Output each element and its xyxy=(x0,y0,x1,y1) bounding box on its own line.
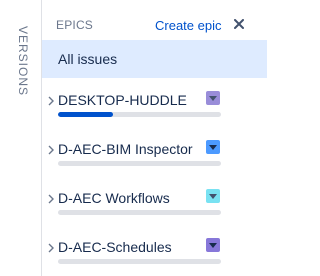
epic-name: D-AEC Workflows xyxy=(58,190,170,206)
epic-progress-bar xyxy=(58,210,221,215)
epic-name: DESKTOP-HUDDLE xyxy=(58,92,187,108)
epic-progress-fill xyxy=(58,112,114,117)
epic-item-d-aec-workflows[interactable]: D-AEC Workflows xyxy=(42,189,267,237)
epic-progress-bar xyxy=(58,259,221,264)
versions-label: VERSIONS xyxy=(16,26,30,97)
epics-panel: EPICS Create epic All issues DESKTOP-HUD… xyxy=(42,0,267,276)
epic-name: D-AEC-BIM Inspector xyxy=(58,141,193,157)
versions-panel-tab[interactable]: VERSIONS xyxy=(0,0,42,276)
chevron-right-icon[interactable] xyxy=(46,242,56,254)
chevron-right-icon[interactable] xyxy=(46,95,56,107)
epic-dropdown-icon[interactable] xyxy=(206,140,220,154)
epic-dropdown-icon[interactable] xyxy=(206,189,220,203)
epic-item-d-aec-schedules[interactable]: D-AEC-Schedules xyxy=(42,238,267,276)
close-icon[interactable] xyxy=(230,15,248,33)
chevron-right-icon[interactable] xyxy=(46,144,56,156)
epic-dropdown-icon[interactable] xyxy=(206,91,220,105)
epics-panel-header: EPICS Create epic xyxy=(42,0,267,40)
epic-progress-bar xyxy=(58,161,221,166)
epic-item-d-aec-bim-inspector[interactable]: D-AEC-BIM Inspector xyxy=(42,140,267,188)
epics-title: EPICS xyxy=(56,18,94,32)
epic-dropdown-icon[interactable] xyxy=(206,238,220,252)
epic-progress-bar xyxy=(58,112,221,117)
chevron-right-icon[interactable] xyxy=(46,193,56,205)
all-issues-item[interactable]: All issues xyxy=(42,40,267,78)
create-epic-link[interactable]: Create epic xyxy=(155,18,221,33)
epic-name: D-AEC-Schedules xyxy=(58,239,172,255)
epic-item-desktop-huddle[interactable]: DESKTOP-HUDDLE xyxy=(42,91,267,139)
